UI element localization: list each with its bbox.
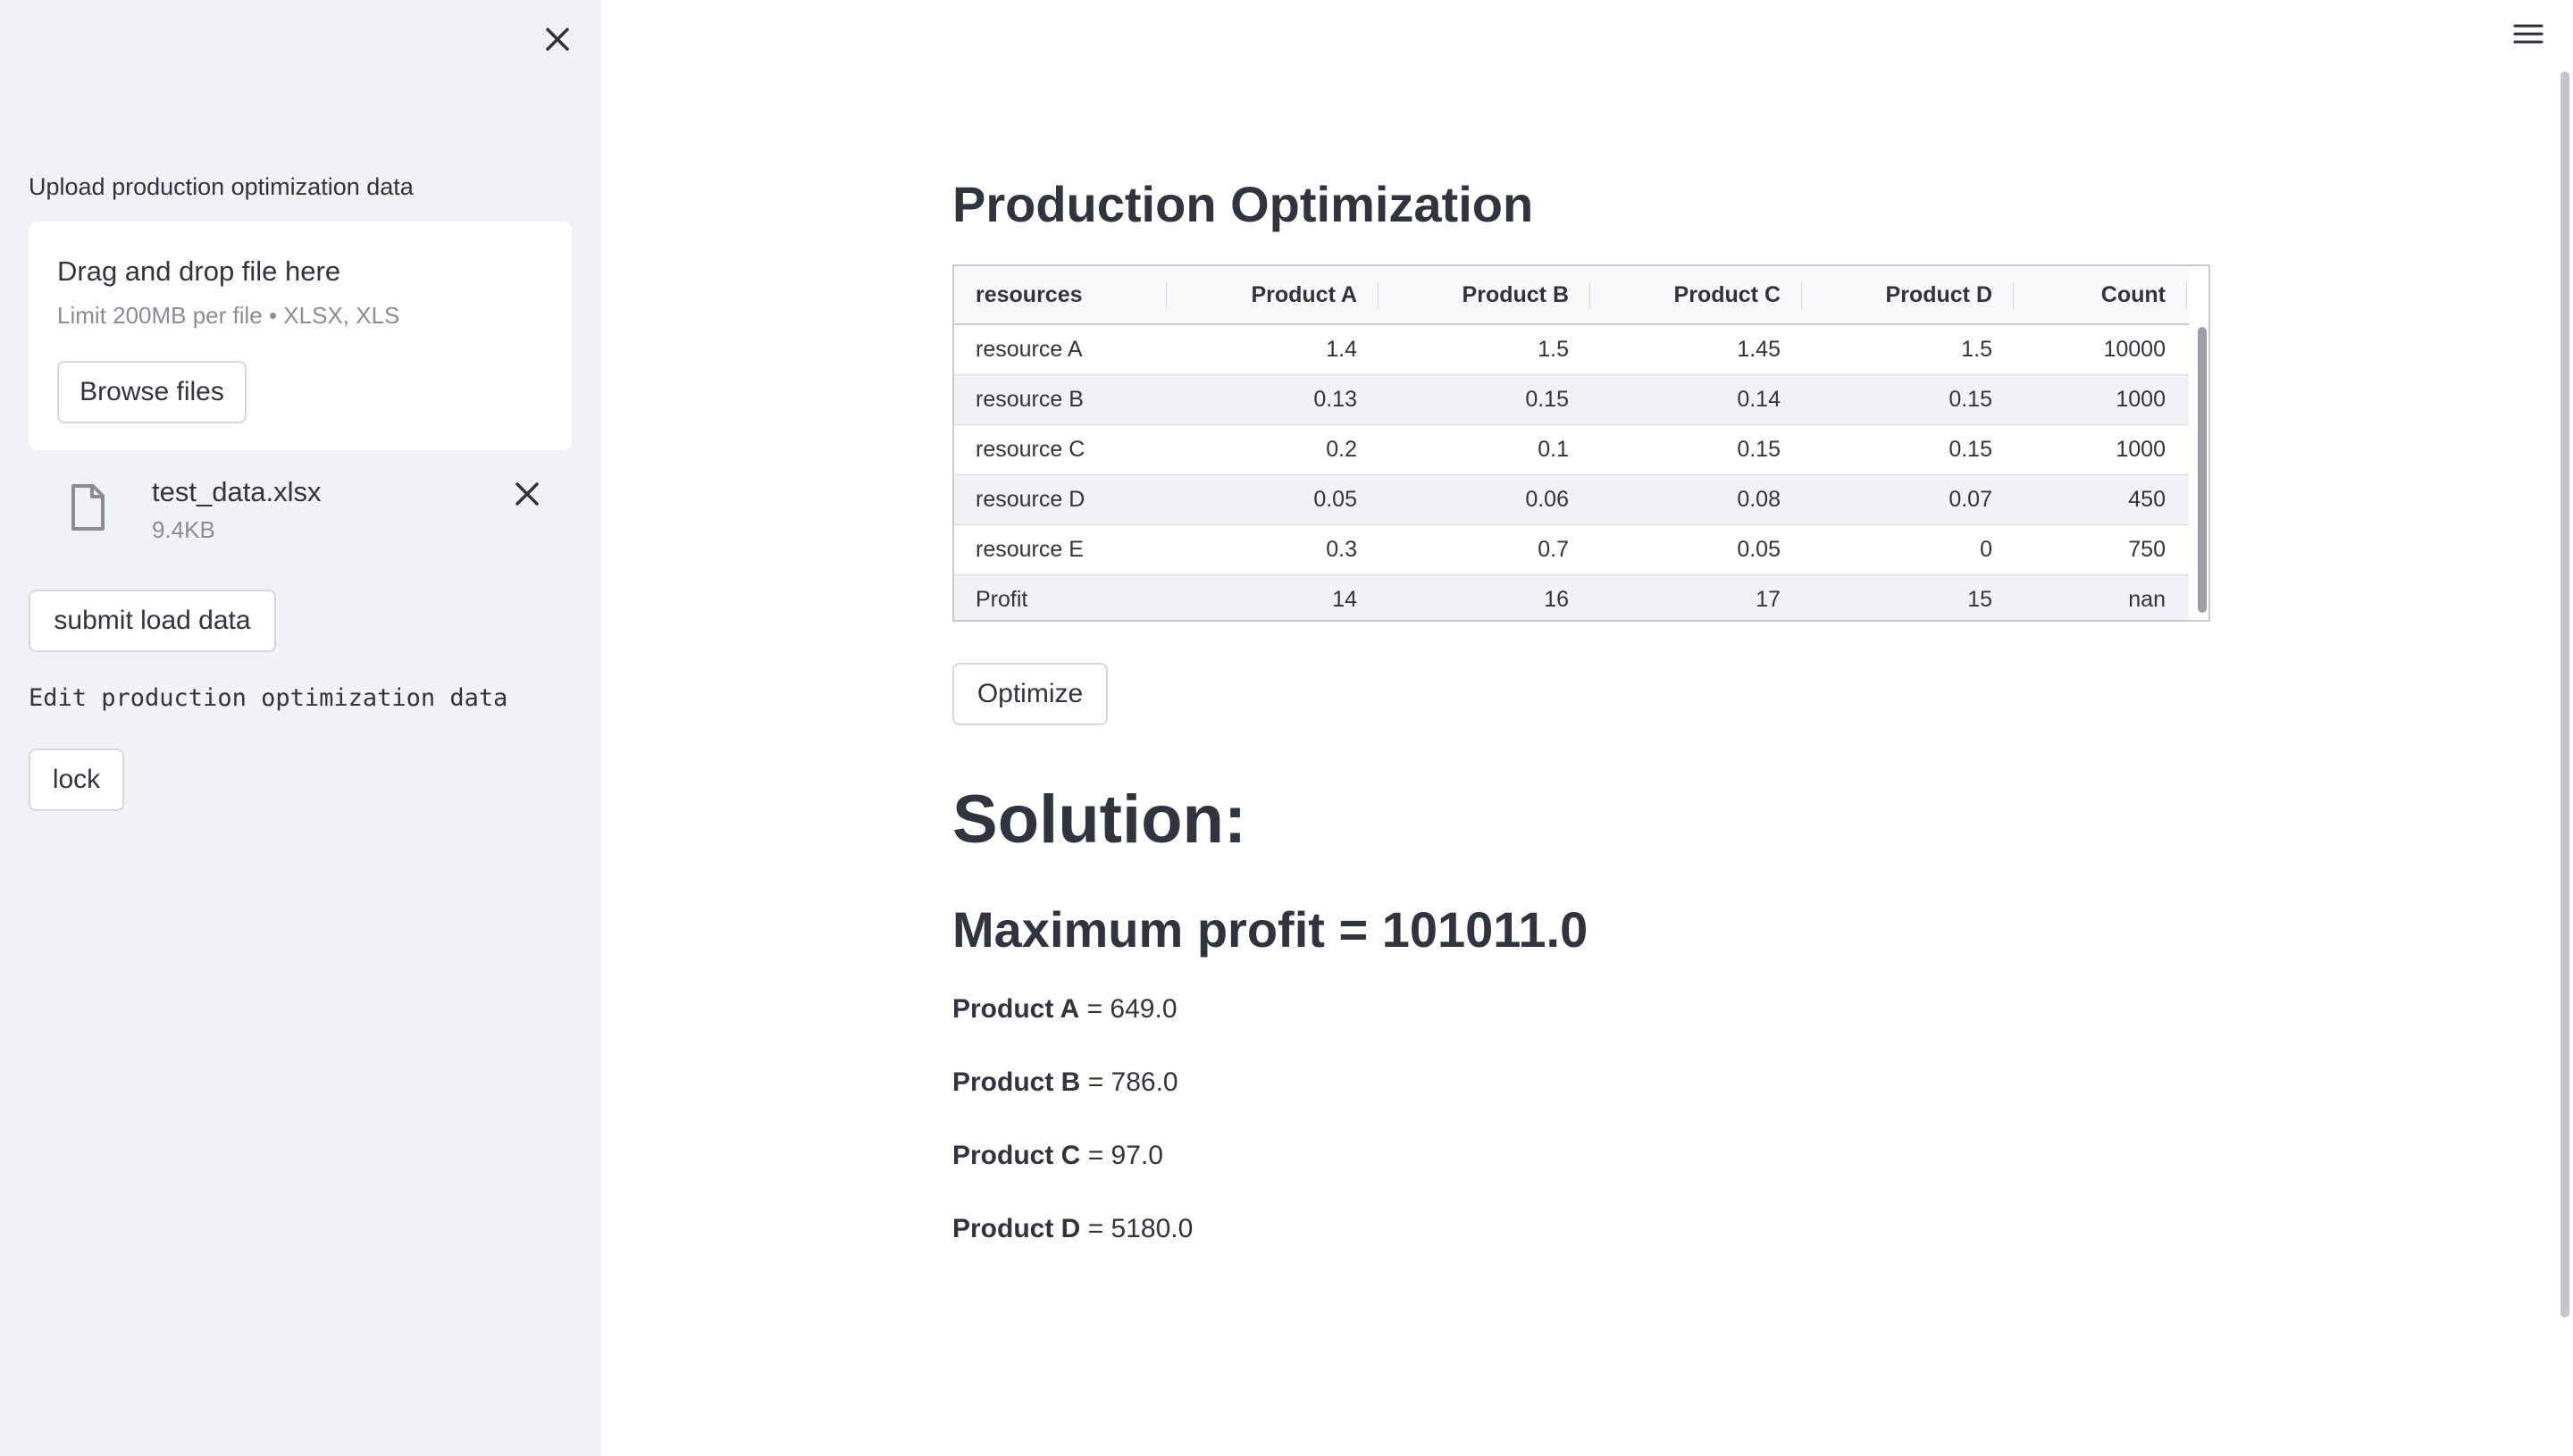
product-name: Product B <box>952 1067 1081 1097</box>
table-row: resource B 0.13 0.15 0.14 0.15 1000 <box>954 375 2189 425</box>
table-cell[interactable]: 0.15 <box>1379 375 1590 424</box>
max-profit: Maximum profit = 101011.0 <box>952 901 1588 958</box>
table-cell[interactable]: 0.15 <box>1802 425 2014 474</box>
table-cell[interactable]: resource B <box>954 375 1167 424</box>
product-value: = 649.0 <box>1086 994 1178 1024</box>
column-header[interactable]: Product A <box>1167 266 1379 323</box>
table-cell[interactable]: 0.07 <box>1802 475 2014 524</box>
table-scrollbar[interactable] <box>2198 327 2207 613</box>
browse-files-button[interactable]: Browse files <box>57 361 247 423</box>
table-row: resource D 0.05 0.06 0.08 0.07 450 <box>954 475 2189 525</box>
product-result: Product C = 97.0 <box>952 1141 1163 1171</box>
close-sidebar-icon[interactable] <box>540 21 575 57</box>
solution-title: Solution: <box>952 782 1247 858</box>
file-size: 9.4KB <box>152 516 215 543</box>
table-cell[interactable]: 0.14 <box>1590 375 1802 424</box>
column-header[interactable]: Product D <box>1802 266 2014 323</box>
table-cell[interactable]: 0.08 <box>1590 475 1802 524</box>
table-cell[interactable]: resource C <box>954 425 1167 474</box>
table-header-row: resources Product A Product B Product C … <box>954 266 2189 325</box>
table-cell[interactable]: 0.2 <box>1167 425 1379 474</box>
data-table[interactable]: resources Product A Product B Product C … <box>952 264 2210 622</box>
file-name: test_data.xlsx <box>152 476 322 507</box>
table-cell[interactable]: 17 <box>1590 575 1802 620</box>
sidebar: Upload production optimization data Drag… <box>0 0 601 1456</box>
table-cell[interactable]: 16 <box>1379 575 1590 620</box>
table-cell[interactable]: 1000 <box>2014 375 2187 424</box>
table-cell[interactable]: 1.5 <box>1379 325 1590 374</box>
table-cell[interactable]: 0.7 <box>1379 525 1590 574</box>
table-row: resource A 1.4 1.5 1.45 1.5 10000 <box>954 325 2189 375</box>
product-result: Product A = 649.0 <box>952 994 1178 1025</box>
table-cell[interactable]: 0 <box>1802 525 2014 574</box>
product-name: Product C <box>952 1141 1081 1170</box>
hamburger-menu-icon[interactable] <box>2512 20 2544 48</box>
table-cell[interactable]: 0.13 <box>1167 375 1379 424</box>
product-result: Product B = 786.0 <box>952 1067 1178 1098</box>
product-value: = 5180.0 <box>1087 1214 1194 1243</box>
remove-file-icon[interactable] <box>509 476 545 512</box>
table-cell[interactable]: 1000 <box>2014 425 2187 474</box>
table-cell[interactable]: 0.3 <box>1167 525 1379 574</box>
edit-data-label: Edit production optimization data <box>29 684 508 712</box>
product-name: Product D <box>952 1214 1081 1243</box>
page-scrollbar[interactable] <box>2560 71 2569 1318</box>
lock-button[interactable]: lock <box>29 749 124 811</box>
table-cell[interactable]: 14 <box>1167 575 1379 620</box>
table-cell[interactable]: resource D <box>954 475 1167 524</box>
product-value: = 786.0 <box>1087 1067 1178 1097</box>
product-name: Product A <box>952 994 1080 1024</box>
table-cell[interactable]: 0.06 <box>1379 475 1590 524</box>
table-row: resource E 0.3 0.7 0.05 0 750 <box>954 525 2189 575</box>
uploaded-file: test_data.xlsx 9.4KB <box>29 469 572 549</box>
table-cell[interactable]: 0.1 <box>1379 425 1590 474</box>
table-cell[interactable]: 1.4 <box>1167 325 1379 374</box>
file-dropzone[interactable]: Drag and drop file here Limit 200MB per … <box>29 222 572 450</box>
column-header[interactable]: Product B <box>1379 266 1590 323</box>
table-cell[interactable]: Profit <box>954 575 1167 620</box>
column-header[interactable]: resources <box>954 266 1167 323</box>
submit-load-data-button[interactable]: submit load data <box>29 590 276 652</box>
table-cell[interactable]: resource E <box>954 525 1167 574</box>
table-cell[interactable]: 15 <box>1802 575 2014 620</box>
product-result: Product D = 5180.0 <box>952 1214 1193 1244</box>
page-title: Production Optimization <box>952 176 1534 232</box>
upload-label: Upload production optimization data <box>29 173 414 200</box>
dropzone-title: Drag and drop file here <box>57 255 341 287</box>
table-cell[interactable]: 0.05 <box>1167 475 1379 524</box>
table-cell[interactable]: 450 <box>2014 475 2187 524</box>
file-icon <box>70 483 105 531</box>
table-row: Profit 14 16 17 15 nan <box>954 575 2189 620</box>
table-cell[interactable]: nan <box>2014 575 2187 620</box>
table-cell[interactable]: 0.15 <box>1590 425 1802 474</box>
table-cell[interactable]: resource A <box>954 325 1167 374</box>
table-cell[interactable]: 1.45 <box>1590 325 1802 374</box>
column-header[interactable]: Count <box>2014 266 2187 323</box>
dropzone-limit: Limit 200MB per file • XLSX, XLS <box>57 302 400 329</box>
product-value: = 97.0 <box>1087 1141 1163 1170</box>
column-header[interactable]: Product C <box>1590 266 1802 323</box>
table-cell[interactable]: 0.05 <box>1590 525 1802 574</box>
table-cell[interactable]: 10000 <box>2014 325 2187 374</box>
table-cell[interactable]: 1.5 <box>1802 325 2014 374</box>
table-row: resource C 0.2 0.1 0.15 0.15 1000 <box>954 425 2189 475</box>
table-cell[interactable]: 0.15 <box>1802 375 2014 424</box>
table-cell[interactable]: 750 <box>2014 525 2187 574</box>
optimize-button[interactable]: Optimize <box>952 663 1108 725</box>
